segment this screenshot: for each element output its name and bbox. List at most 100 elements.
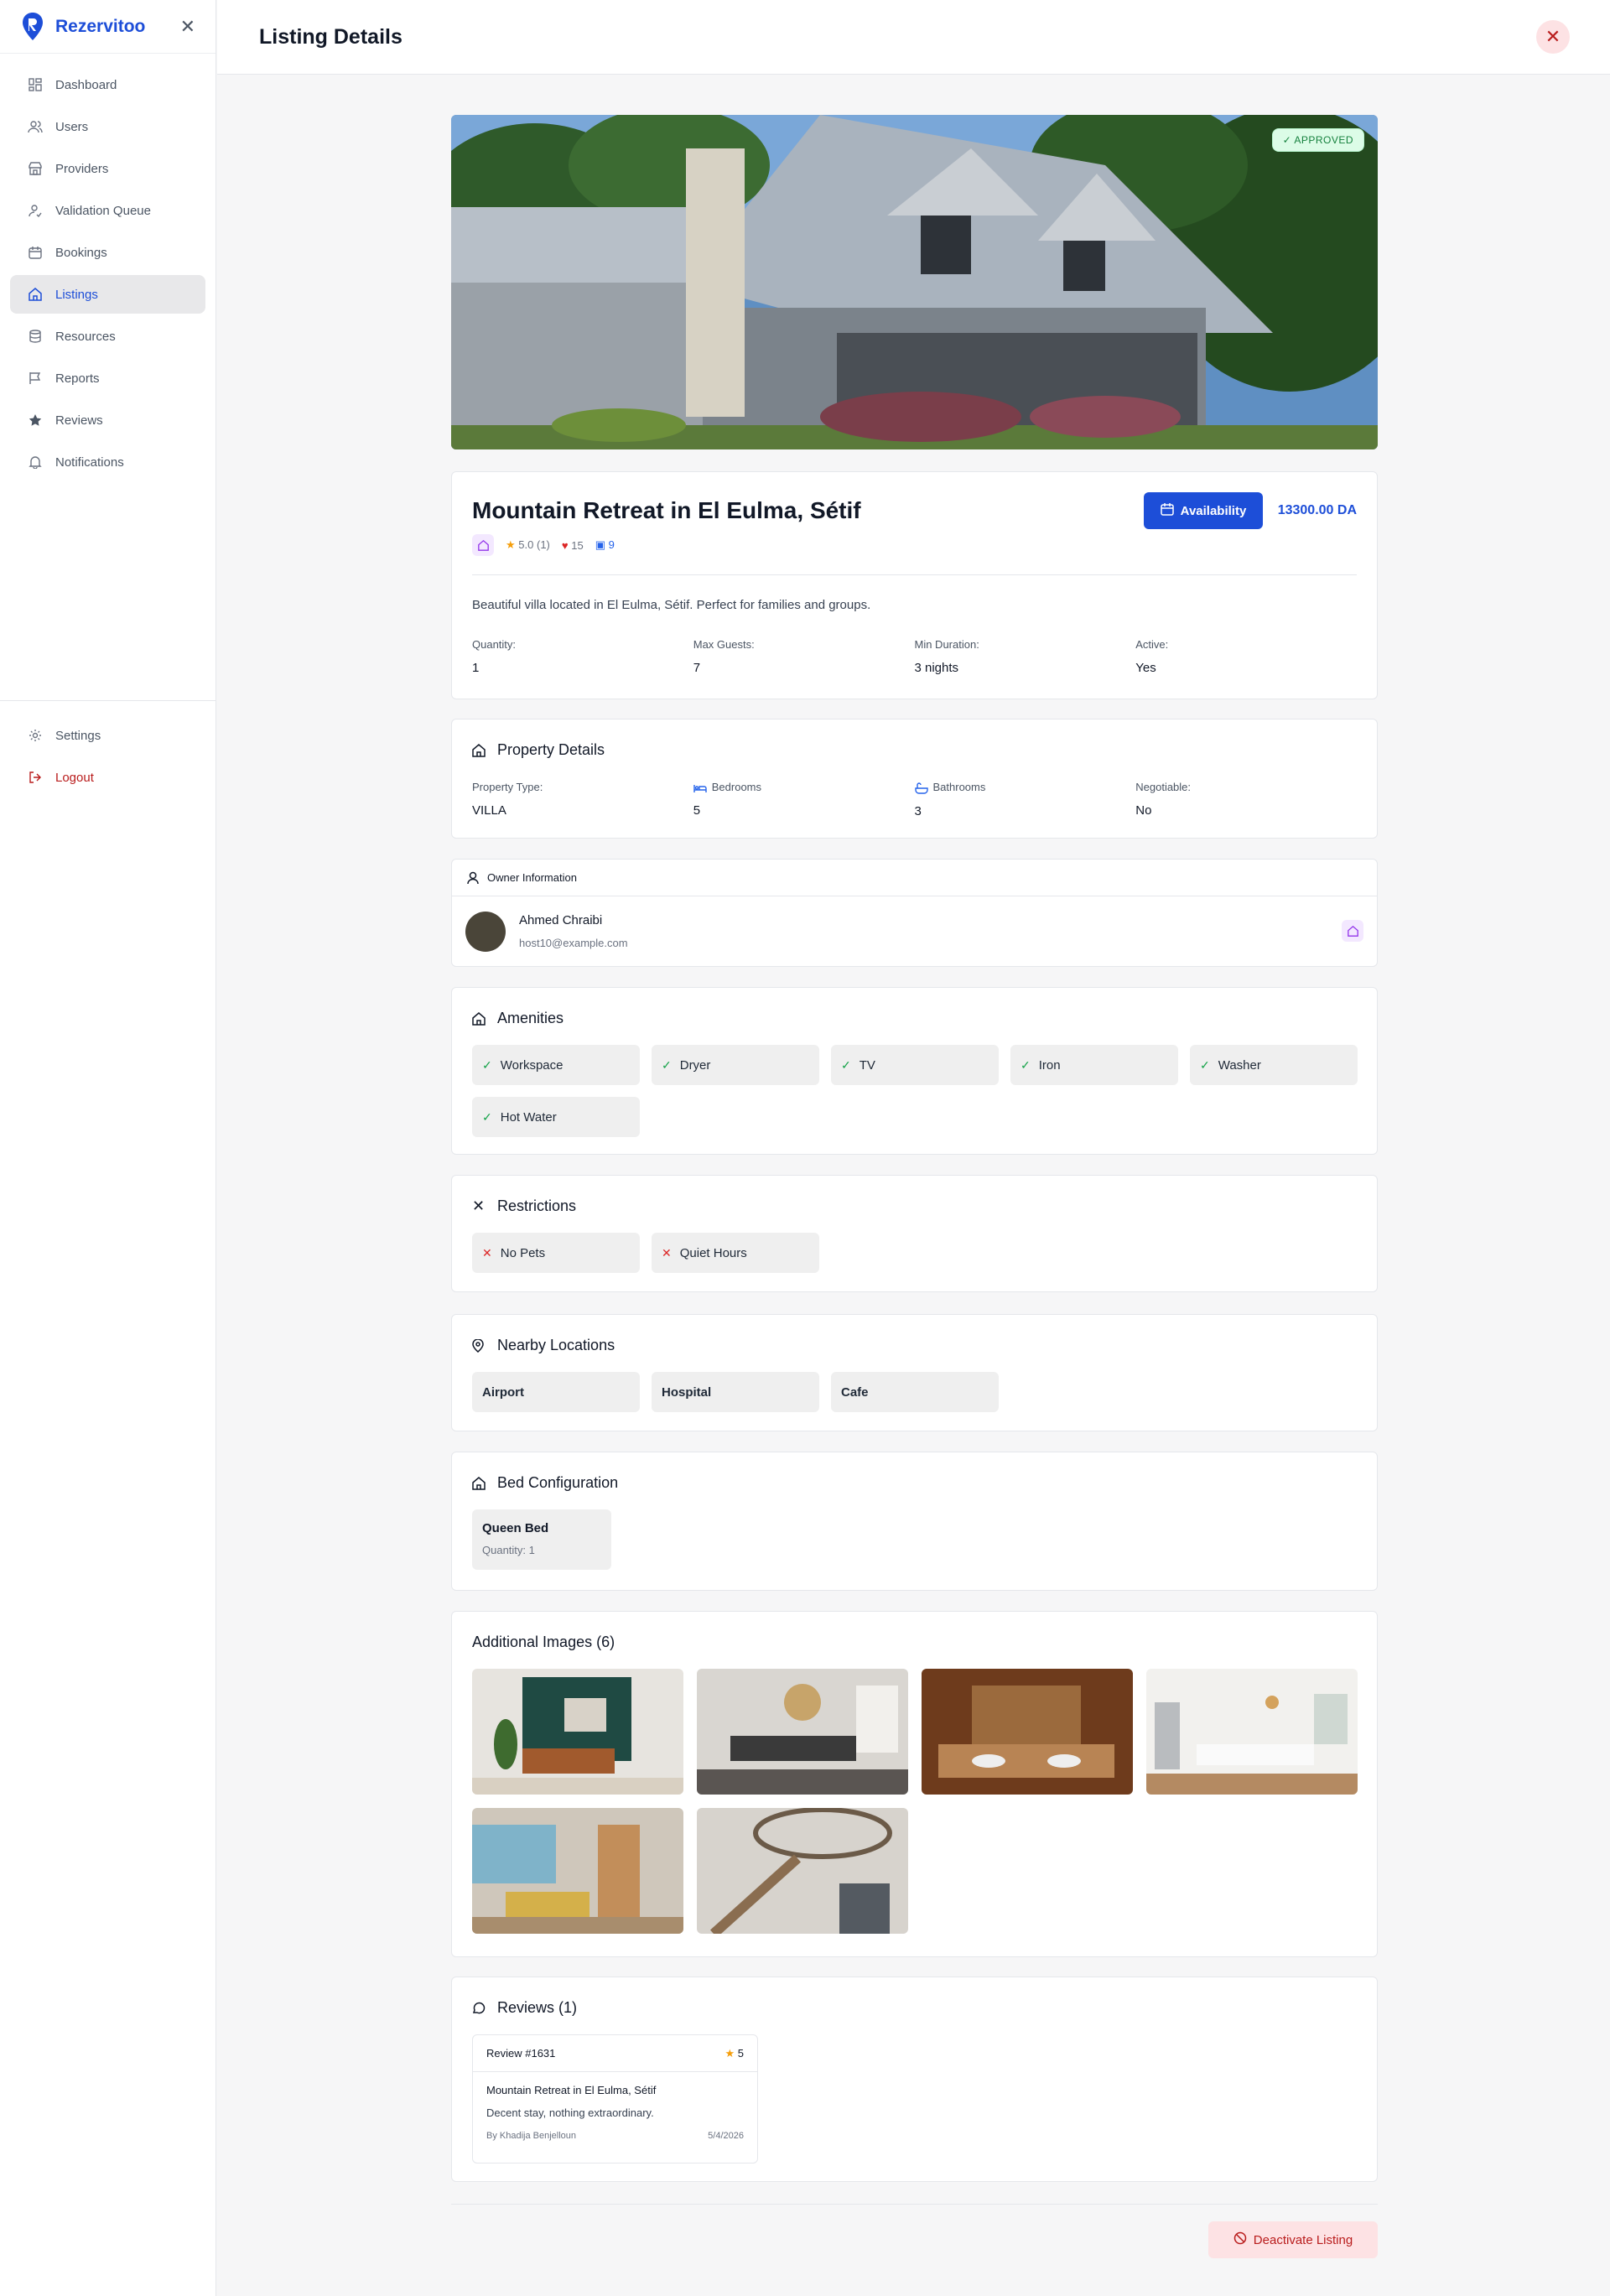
sidebar-item-resources[interactable]: Resources <box>10 317 205 356</box>
field-label: Bathrooms <box>914 781 1136 794</box>
bed-icon <box>693 783 707 793</box>
image-gallery <box>472 1669 1358 1934</box>
sidebar-item-dashboard[interactable]: Dashboard <box>10 65 205 104</box>
listing-fields: Quantity: 1 Max Guests: 7 Min Duration: 3 n… <box>472 638 1357 675</box>
gallery-image[interactable] <box>472 1669 683 1795</box>
check-icon: ✓ <box>662 1057 672 1072</box>
review-header: Review #1631 ★ 5 <box>473 2035 757 2072</box>
chip-label: Dryer <box>679 1057 711 1073</box>
sidebar-item-label: Bookings <box>55 245 107 260</box>
sidebar-item-label: Reviews <box>55 413 103 428</box>
sidebar-nav: Dashboard Users Providers Validation Que… <box>0 54 216 481</box>
field-min-duration: Min Duration: 3 nights <box>915 638 1136 675</box>
chip-label: Quiet Hours <box>679 1245 747 1260</box>
amenities-title: Amenities <box>472 1010 564 1027</box>
review-rating-value: 5 <box>737 2046 744 2060</box>
restrictions-title: ✕ Restrictions <box>472 1197 576 1215</box>
check-icon: ✓ <box>482 1109 492 1124</box>
review-id: Review #1631 <box>486 2047 556 2060</box>
field-value: Yes <box>1135 661 1156 675</box>
field-active: Active: Yes <box>1135 638 1357 675</box>
owner-email: host10@example.com <box>519 937 628 949</box>
card-title-label: Owner Information <box>487 871 577 884</box>
close-icon: ✕ <box>1545 26 1561 47</box>
home-icon <box>472 1011 489 1026</box>
gear-icon <box>27 727 44 744</box>
sidebar-item-settings[interactable]: Settings <box>10 716 205 755</box>
gallery-image[interactable] <box>922 1669 1133 1795</box>
bath-icon <box>914 782 928 794</box>
location-chip: Cafe <box>831 1372 999 1412</box>
database-icon <box>27 328 44 345</box>
chip-label: No Pets <box>500 1245 546 1260</box>
review-listing: Mountain Retreat in El Eulma, Sétif <box>486 2084 657 2096</box>
deactivate-label: Deactivate Listing <box>1253 2232 1353 2247</box>
sidebar-item-logout[interactable]: Logout <box>10 758 205 797</box>
heart-icon: ♥ <box>561 538 569 552</box>
sidebar-item-users[interactable]: Users <box>10 107 205 146</box>
dashboard-icon <box>27 76 44 93</box>
status-badge-label: APPROVED <box>1294 134 1353 146</box>
restriction-chip: ✕ Quiet Hours <box>652 1233 819 1273</box>
amenities-card: Amenities ✓ Workspace ✓ Dryer ✓ TV ✓ Iron ✓ W… <box>451 987 1378 1155</box>
x-icon: ✕ <box>482 1245 492 1260</box>
sidebar-item-validation-queue[interactable]: Validation Queue <box>10 191 205 230</box>
field-bathrooms: Bathrooms 3 <box>915 781 1136 818</box>
review-card[interactable]: Review #1631 ★ 5 Mountain Retreat in El … <box>472 2034 758 2164</box>
sidebar-close-icon[interactable]: ✕ <box>180 16 195 38</box>
chip-label: Iron <box>1038 1057 1061 1073</box>
field-value: 1 <box>472 661 480 675</box>
x-icon: ✕ <box>662 1245 672 1260</box>
gallery-image[interactable] <box>697 1669 908 1795</box>
sidebar-item-bookings[interactable]: Bookings <box>10 233 205 272</box>
sidebar-item-label: Notifications <box>55 455 124 470</box>
sidebar-header: Rezervitoo ✕ <box>0 0 216 54</box>
logout-icon <box>27 769 44 786</box>
field-value: VILLA <box>472 803 506 818</box>
field-label-text: Bathrooms <box>932 781 986 793</box>
chip-label: Hot Water <box>500 1109 557 1125</box>
gallery-image[interactable] <box>697 1808 908 1934</box>
sidebar-item-reviews[interactable]: Reviews <box>10 401 205 439</box>
availability-label: Availability <box>1180 503 1247 518</box>
location-chip: Airport <box>472 1372 640 1412</box>
owner-information-card: Owner Information Ahmed Chraibi host10@e… <box>451 859 1378 967</box>
gallery-image[interactable] <box>1146 1669 1358 1795</box>
rating-value: 5.0 <box>518 538 534 551</box>
sidebar-item-reports[interactable]: Reports <box>10 359 205 397</box>
sidebar-item-listings[interactable]: Listings <box>10 275 205 314</box>
avatar <box>465 912 506 952</box>
sidebar-item-label: Listings <box>55 287 98 302</box>
field-max-guests: Max Guests: 7 <box>693 638 915 675</box>
sidebar-divider <box>0 700 216 701</box>
owner-name: Ahmed Chraibi <box>519 913 603 927</box>
location-chip: Hospital <box>652 1372 819 1412</box>
review-author: By Khadija Benjelloun <box>486 2131 577 2141</box>
check-icon: ✓ <box>1021 1057 1031 1072</box>
amenity-chip: ✓ TV <box>831 1045 999 1085</box>
sidebar-item-label: Reports <box>55 371 100 386</box>
close-button[interactable]: ✕ <box>1536 20 1570 54</box>
divider <box>472 574 1357 575</box>
amenity-chip: ✓ Washer <box>1190 1045 1358 1085</box>
card-title-label: Bed Configuration <box>497 1474 619 1491</box>
top-bar: Listing Details ✕ <box>217 0 1610 75</box>
field-label: Property Type: <box>472 781 543 793</box>
message-icon <box>472 2002 489 2015</box>
field-label: Bedrooms <box>693 781 915 793</box>
deactivate-listing-button[interactable]: Deactivate Listing <box>1208 2221 1378 2258</box>
sidebar-bottom-nav: Settings Logout <box>0 713 216 800</box>
page-title: Listing Details <box>259 24 402 49</box>
field-label: Negotiable: <box>1135 781 1192 793</box>
card-title-label: Reviews (1) <box>497 1999 578 2016</box>
sidebar-item-label: Settings <box>55 728 101 743</box>
restriction-chip: ✕ No Pets <box>472 1233 640 1273</box>
chip-label: Workspace <box>500 1057 564 1073</box>
card-title-label: Nearby Locations <box>497 1337 615 1353</box>
sidebar-item-providers[interactable]: Providers <box>10 149 205 188</box>
field-label: Min Duration: <box>914 638 979 651</box>
sidebar-item-notifications[interactable]: Notifications <box>10 443 205 481</box>
gallery-image[interactable] <box>472 1808 683 1934</box>
availability-button[interactable]: Availability <box>1144 492 1263 529</box>
sidebar-item-label: Users <box>55 119 89 134</box>
